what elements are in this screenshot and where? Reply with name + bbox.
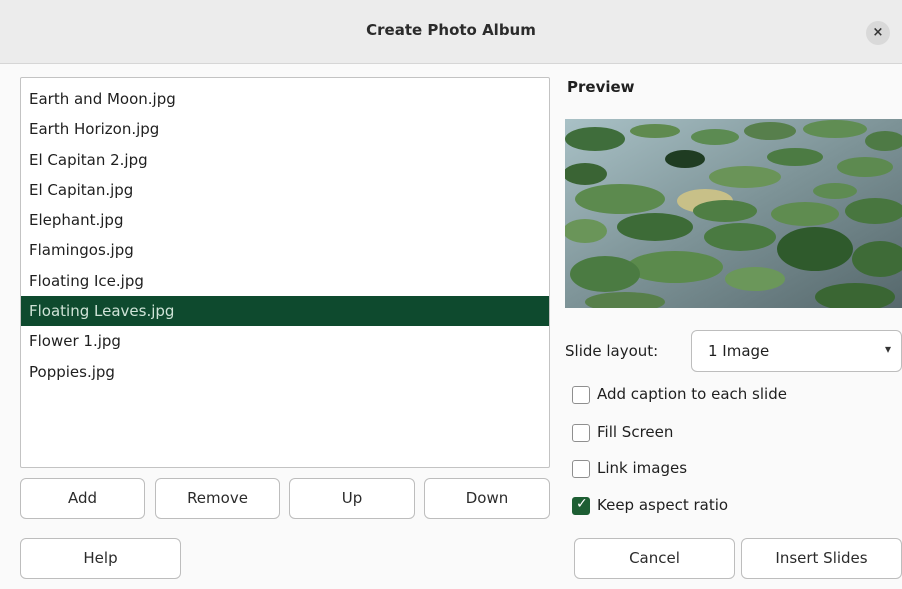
link-images-label: Link images (597, 459, 688, 477)
slide-layout-label: Slide layout: (565, 342, 659, 360)
keep-aspect-label: Keep aspect ratio (597, 496, 729, 514)
chevron-down-icon: ▾ (884, 342, 891, 356)
list-item[interactable]: El Capitan.jpg (21, 175, 549, 205)
preview-label: Preview (567, 78, 635, 96)
list-item[interactable]: Elephant.jpg (21, 205, 549, 235)
help-button[interactable]: Help (20, 538, 181, 579)
down-button[interactable]: Down (424, 478, 550, 519)
floating-leaves-photo (565, 119, 902, 308)
list-item-selected[interactable]: Floating Leaves.jpg (21, 296, 549, 327)
list-item[interactable]: Earth Horizon.jpg (21, 114, 549, 144)
caption-label: Add caption to each slide (597, 385, 787, 403)
dialog-title: Create Photo Album (366, 21, 536, 39)
slide-layout-value: 1 Image (708, 342, 770, 360)
caption-checkbox[interactable] (572, 386, 590, 404)
slide-layout-select[interactable]: 1 Image ▾ (691, 330, 902, 372)
fill-screen-label: Fill Screen (597, 423, 674, 441)
link-images-checkbox[interactable] (572, 460, 590, 478)
close-icon[interactable]: × (866, 21, 890, 45)
preview-image (565, 119, 902, 308)
create-photo-album-dialog: Earth and Moon.jpg Earth Horizon.jpg El … (8, 64, 902, 589)
list-item[interactable]: Flower 1.jpg (21, 326, 549, 356)
cancel-button[interactable]: Cancel (574, 538, 735, 579)
checkmark-icon: ✓ (576, 496, 588, 512)
fill-screen-checkbox[interactable] (572, 424, 590, 442)
add-button[interactable]: Add (20, 478, 145, 519)
list-item[interactable]: El Capitan 2.jpg (21, 145, 549, 175)
list-item[interactable]: Flamingos.jpg (21, 235, 549, 265)
remove-button[interactable]: Remove (155, 478, 280, 519)
title-bar: Create Photo Album × (0, 0, 902, 64)
insert-slides-button[interactable]: Insert Slides (741, 538, 902, 579)
image-list[interactable]: Earth and Moon.jpg Earth Horizon.jpg El … (20, 77, 550, 468)
list-item[interactable]: Earth and Moon.jpg (21, 84, 549, 114)
list-item[interactable]: Floating Ice.jpg (21, 266, 549, 296)
list-item[interactable]: Poppies.jpg (21, 357, 549, 387)
keep-aspect-checkbox[interactable]: ✓ (572, 496, 590, 515)
up-button[interactable]: Up (289, 478, 415, 519)
